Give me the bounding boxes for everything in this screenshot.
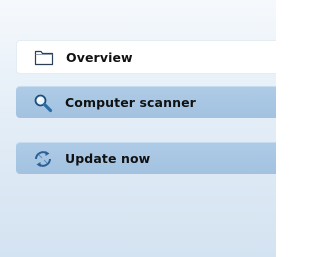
nav-item-label: Update now — [65, 151, 151, 166]
update-arrows-icon — [33, 149, 53, 169]
nav-item-computer-scanner[interactable]: Computer scanner — [16, 86, 276, 118]
nav-item-update-now[interactable]: Update now — [16, 142, 276, 174]
navigation-panel: Overview Computer scanner Update now — [0, 0, 276, 257]
nav-item-label: Computer scanner — [65, 95, 196, 110]
nav-item-label: Overview — [66, 49, 133, 65]
magnifier-icon — [33, 93, 53, 113]
nav-item-overview[interactable]: Overview — [16, 40, 276, 74]
folder-icon — [34, 47, 54, 67]
